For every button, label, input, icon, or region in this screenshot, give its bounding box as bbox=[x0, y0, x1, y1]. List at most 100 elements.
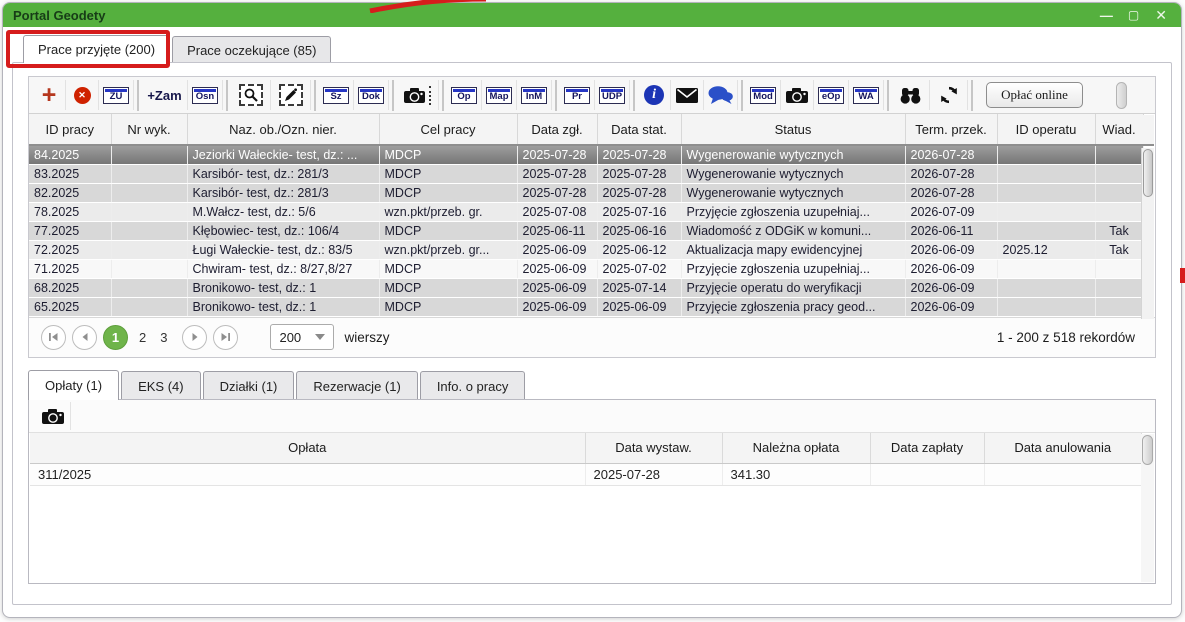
table-row[interactable]: 71.2025 Chwiram- test, dz.: 8/27,8/27 MD… bbox=[29, 259, 1143, 278]
table-row[interactable]: 84.2025 Jeziorki Wałeckie- test, dz.: ..… bbox=[29, 145, 1143, 164]
camera-icon bbox=[786, 87, 808, 104]
table-row[interactable]: 77.2025 Kłębowiec- test, dz.: 106/4 MDCP… bbox=[29, 221, 1143, 240]
detail-toolbar bbox=[29, 400, 1155, 433]
osn-button[interactable]: Osn bbox=[188, 80, 223, 110]
table-row[interactable]: 72.2025 Ługi Wałeckie- test, dz.: 83/5 w… bbox=[29, 240, 1143, 259]
sz-button[interactable]: Sz bbox=[319, 80, 354, 110]
toolbar: + ✕ ZU +Zam Osn Sz bbox=[29, 77, 1155, 114]
prev-page-button[interactable] bbox=[72, 325, 97, 350]
wa-icon: WA bbox=[853, 87, 879, 104]
col-nr-wyk[interactable]: Nr wyk. bbox=[111, 114, 187, 145]
zu-icon: ZU bbox=[103, 87, 129, 104]
table-row[interactable]: 68.2025 Bronikowo- test, dz.: 1 MDCP 202… bbox=[29, 278, 1143, 297]
dok-button[interactable]: Dok bbox=[354, 80, 389, 110]
tab-eks[interactable]: EKS (4) bbox=[121, 371, 201, 400]
page-1-active[interactable]: 1 bbox=[103, 325, 128, 350]
page-size-value: 200 bbox=[279, 330, 301, 345]
next-page-button[interactable] bbox=[182, 325, 207, 350]
search-button[interactable] bbox=[892, 80, 930, 110]
col-oplata[interactable]: Opłata bbox=[30, 433, 585, 463]
toolbar-scroll-thumb[interactable] bbox=[1116, 82, 1127, 109]
refresh-button[interactable] bbox=[930, 80, 968, 110]
page-size-select[interactable]: 200 bbox=[270, 324, 334, 350]
camera-selection-button[interactable] bbox=[397, 80, 439, 110]
col-term-przek[interactable]: Term. przek. bbox=[905, 114, 997, 145]
page-2-link[interactable]: 2 bbox=[139, 330, 146, 345]
zam-button[interactable]: +Zam bbox=[142, 80, 188, 110]
toolbar-separator bbox=[442, 80, 444, 111]
table-row[interactable]: 65.2025 Bronikowo- test, dz.: 1 MDCP 202… bbox=[29, 297, 1143, 316]
eop-icon: eOp bbox=[818, 87, 844, 104]
table-row[interactable]: 83.2025 Karsibór- test, dz.: 281/3 MDCP … bbox=[29, 164, 1143, 183]
camera-dashed-icon bbox=[404, 86, 431, 105]
last-page-button[interactable] bbox=[213, 325, 238, 350]
tab-info-o-pracy[interactable]: Info. o pracy bbox=[420, 371, 526, 400]
col-status[interactable]: Status bbox=[681, 114, 905, 145]
scrollbar-thumb[interactable] bbox=[1143, 149, 1153, 197]
pagination-bar: 1 2 3 200 wierszy 1 - 200 z 518 rekordów bbox=[29, 317, 1155, 357]
mod-button[interactable]: Mod bbox=[746, 80, 781, 110]
speech-bubbles-icon bbox=[708, 86, 733, 105]
toolbar-separator bbox=[226, 80, 228, 111]
toolbar-separator bbox=[887, 80, 889, 111]
scrollbar-thumb[interactable] bbox=[1142, 435, 1153, 465]
table-row[interactable]: 82.2025 Karsibór- test, dz.: 281/3 MDCP … bbox=[29, 183, 1143, 202]
inm-icon: InM bbox=[521, 87, 547, 104]
chat-button[interactable] bbox=[704, 80, 738, 110]
last-page-icon bbox=[220, 332, 231, 342]
cancel-work-button[interactable]: ✕ bbox=[66, 80, 99, 110]
payment-row[interactable]: 311/2025 2025-07-28 341.30 bbox=[30, 463, 1142, 485]
info-button[interactable]: i bbox=[638, 80, 671, 110]
col-wiad[interactable]: Wiad. bbox=[1095, 114, 1143, 145]
col-data-stat[interactable]: Data stat. bbox=[597, 114, 681, 145]
col-data-zgl[interactable]: Data zgł. bbox=[517, 114, 597, 145]
col-cel-pracy[interactable]: Cel pracy bbox=[379, 114, 517, 145]
op-button[interactable]: Op bbox=[447, 80, 482, 110]
tab-oplaty[interactable]: Opłaty (1) bbox=[28, 370, 119, 400]
mail-button[interactable] bbox=[671, 80, 704, 110]
inm-button[interactable]: InM bbox=[517, 80, 552, 110]
page-3-link[interactable]: 3 bbox=[160, 330, 167, 345]
tab-prace-przyjete[interactable]: Prace przyjęte (200) bbox=[23, 35, 170, 63]
table-row[interactable]: 78.2025 M.Wałcz- test, dz.: 5/6 wzn.pkt/… bbox=[29, 202, 1143, 221]
table-header-row: ID pracy Nr wyk. Naz. ob./Ozn. nier. Cel… bbox=[29, 114, 1143, 145]
udp-button[interactable]: UDP bbox=[595, 80, 630, 110]
pr-button[interactable]: Pr bbox=[560, 80, 595, 110]
main-tab-strip: Prace przyjęte (200) Prace oczekujące (8… bbox=[12, 35, 1172, 63]
col-id-operatu[interactable]: ID operatu bbox=[997, 114, 1095, 145]
tab-dzialki[interactable]: Działki (1) bbox=[203, 371, 295, 400]
col-nalezna-oplata[interactable]: Należna opłata bbox=[722, 433, 870, 463]
udp-icon: UDP bbox=[599, 87, 625, 104]
detail-tab-strip: Opłaty (1) EKS (4) Działki (1) Rezerwacj… bbox=[28, 370, 525, 400]
detail-vertical-scrollbar[interactable] bbox=[1141, 434, 1154, 582]
edit-selection-button[interactable] bbox=[271, 80, 311, 110]
map-button[interactable]: Map bbox=[482, 80, 517, 110]
op-icon: Op bbox=[451, 87, 477, 104]
close-icon[interactable]: ✕ bbox=[1155, 8, 1167, 22]
col-data-zaplaty[interactable]: Data zapłaty bbox=[870, 433, 984, 463]
tab-prace-oczekujace[interactable]: Prace oczekujące (85) bbox=[172, 36, 331, 63]
zu-button[interactable]: ZU bbox=[99, 80, 134, 110]
camera-button[interactable] bbox=[781, 80, 814, 110]
col-data-wystaw[interactable]: Data wystaw. bbox=[585, 433, 722, 463]
eop-button[interactable]: eOp bbox=[814, 80, 849, 110]
detail-header-row: Opłata Data wystaw. Należna opłata Data … bbox=[30, 433, 1142, 463]
pay-online-button[interactable]: Opłać online bbox=[986, 82, 1083, 108]
col-data-anulowania[interactable]: Data anulowania bbox=[984, 433, 1142, 463]
refresh-icon bbox=[939, 85, 959, 105]
pencil-icon bbox=[279, 84, 303, 106]
tab-rezerwacje[interactable]: Rezerwacje (1) bbox=[296, 371, 417, 400]
grid-vertical-scrollbar[interactable] bbox=[1141, 148, 1154, 319]
zoom-selection-button[interactable] bbox=[231, 80, 271, 110]
maximize-icon[interactable]: ▢ bbox=[1128, 9, 1139, 21]
col-id-pracy[interactable]: ID pracy bbox=[29, 114, 111, 145]
detail-camera-button[interactable] bbox=[35, 402, 71, 430]
minimize-icon[interactable]: — bbox=[1100, 9, 1112, 22]
add-work-button[interactable]: + bbox=[33, 80, 66, 110]
header-cap bbox=[1141, 115, 1154, 146]
first-page-button[interactable] bbox=[41, 325, 66, 350]
col-naz-ob[interactable]: Naz. ob./Ozn. nier. bbox=[187, 114, 379, 145]
window-title: Portal Geodety bbox=[13, 8, 105, 23]
wa-button[interactable]: WA bbox=[849, 80, 884, 110]
tab-page: + ✕ ZU +Zam Osn Sz bbox=[12, 62, 1172, 605]
